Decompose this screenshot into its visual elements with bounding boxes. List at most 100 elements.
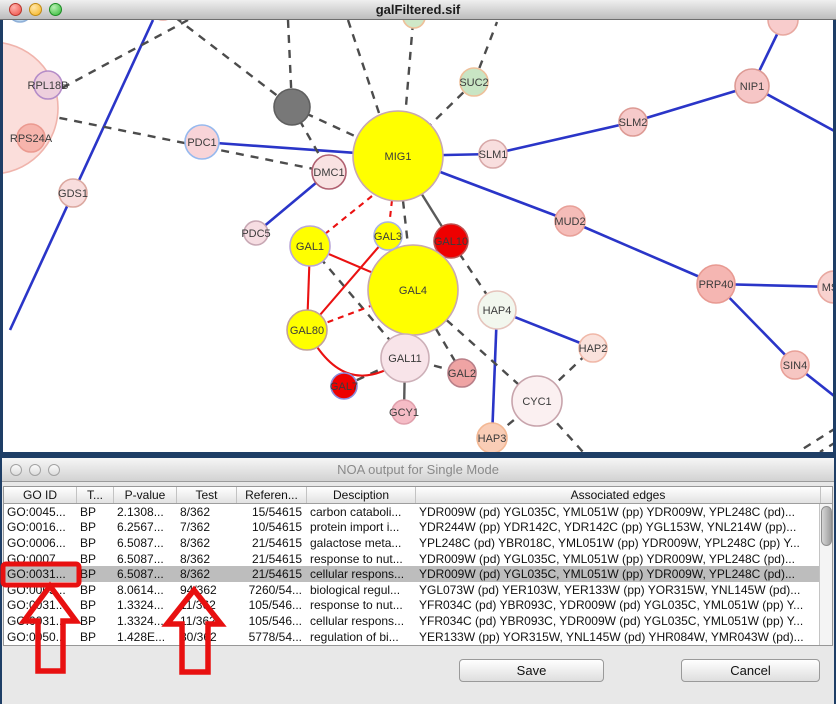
node-label-GAL2: GAL2 <box>448 368 476 380</box>
table-cell: YDR244W (pp) YDR142C, YDR142C (pp) YGL15… <box>416 520 821 534</box>
table-cell: BP <box>77 614 114 628</box>
node-label-MSN: MSN <box>822 282 836 294</box>
network-window-titlebar[interactable]: galFiltered.sif <box>0 0 836 20</box>
node-label-GAL4: GAL4 <box>399 285 427 297</box>
table-cell: cellular respons... <box>307 567 416 581</box>
column-header-t-[interactable]: T... <box>77 487 114 503</box>
table-cell: BP <box>77 505 114 519</box>
column-header-associated-edges[interactable]: Associated edges <box>416 487 821 503</box>
table-cell: 1.3324... <box>114 598 177 612</box>
table-cell: 5778/54... <box>237 630 307 644</box>
table-cell: GO:0050... <box>4 630 77 644</box>
table-cell: 1.3324... <box>114 614 177 628</box>
node-label-SLM2: SLM2 <box>619 117 648 129</box>
minimize-button-inactive[interactable] <box>29 464 41 476</box>
table-row[interactable]: GO:0065...BP8.0614...94/3627260/54...bio… <box>4 582 832 598</box>
table-row[interactable]: GO:0031...BP1.3324...11/362105/546...res… <box>4 598 832 614</box>
node-label-HAP2: HAP2 <box>579 343 608 355</box>
table-row[interactable]: GO:0016...BP6.2567...7/36210/54615protei… <box>4 520 832 536</box>
table-cell: regulation of bi... <box>307 630 416 644</box>
node-label-GDS1: GDS1 <box>58 188 88 200</box>
node-label-SUC2: SUC2 <box>459 77 488 89</box>
table-cell: GO:0006... <box>4 536 77 550</box>
node-label-GAL3: GAL3 <box>374 231 402 243</box>
table-cell: 8/362 <box>177 536 237 550</box>
column-header-desciption[interactable]: Desciption <box>307 487 416 503</box>
table-cell: GO:0007... <box>4 552 77 566</box>
table-cell: 21/54615 <box>237 567 307 581</box>
node-label-GAL80: GAL80 <box>290 325 324 337</box>
node-label-CYC1: CYC1 <box>522 396 551 408</box>
node-label-PRP40: PRP40 <box>699 279 734 291</box>
node-label-GCY1: GCY1 <box>389 407 419 419</box>
scrollbar-thumb[interactable] <box>821 506 832 546</box>
save-button[interactable]: Save <box>459 659 604 682</box>
cancel-button[interactable]: Cancel <box>681 659 820 682</box>
table-cell: YGL073W (pd) YER103W, YER133W (pp) YOR31… <box>416 583 821 597</box>
table-cell: GO:0031... <box>4 598 77 612</box>
node-label-GAL1: GAL1 <box>296 241 324 253</box>
node-label-DMC1: DMC1 <box>313 167 344 179</box>
table-cell: YER133W (pp) YOR315W, YNL145W (pd) YHR08… <box>416 630 821 644</box>
table-cell: protein import i... <box>307 520 416 534</box>
noa-window-titlebar[interactable]: NOA output for Single Mode <box>2 458 834 482</box>
table-cell: 6.2567... <box>114 520 177 534</box>
table-cell: BP <box>77 630 114 644</box>
table-cell: 6.5087... <box>114 552 177 566</box>
zoom-button-inactive[interactable] <box>48 464 60 476</box>
table-cell: response to nut... <box>307 552 416 566</box>
table-cell: 8/362 <box>177 505 237 519</box>
graph-node-unnamed-gray[interactable] <box>274 89 310 125</box>
node-label-GAL7: GAL7 <box>330 381 358 393</box>
node-label-HAP3: HAP3 <box>478 433 507 445</box>
table-cell: 11/362 <box>177 614 237 628</box>
table-cell: BP <box>77 583 114 597</box>
table-cell: BP <box>77 520 114 534</box>
table-cell: 105/546... <box>237 614 307 628</box>
table-cell: 80/362 <box>177 630 237 644</box>
network-canvas[interactable]: RPL18BRPS24AGDS1PDC1MIG1DMC1SUC2SLM1SLM2… <box>0 20 836 455</box>
node-label-SLM1: SLM1 <box>479 149 508 161</box>
node-label-GAL10: GAL10 <box>434 236 468 248</box>
table-cell: 2.1308... <box>114 505 177 519</box>
table-cell: GO:0016... <box>4 520 77 534</box>
column-header-p-value[interactable]: P-value <box>114 487 177 503</box>
table-cell: YFR034C (pd) YBR093C, YDR009W (pd) YGL03… <box>416 614 821 628</box>
column-header-test[interactable]: Test <box>177 487 237 503</box>
results-table: GO IDT...P-valueTestReferen...Desciption… <box>3 486 833 646</box>
close-button-inactive[interactable] <box>10 464 22 476</box>
table-body: GO:0045...BP2.1308...8/36215/54615carbon… <box>4 504 832 644</box>
table-cell: 105/546... <box>237 598 307 612</box>
table-row[interactable]: GO:0050...BP1.428E...80/3625778/54...reg… <box>4 629 832 645</box>
node-label-MUD2: MUD2 <box>554 216 585 228</box>
column-header-referen-[interactable]: Referen... <box>237 487 307 503</box>
table-cell: 21/54615 <box>237 536 307 550</box>
window-title: NOA output for Single Mode <box>2 458 834 481</box>
table-header-row: GO IDT...P-valueTestReferen...Desciption… <box>4 487 832 504</box>
table-row[interactable]: GO:0031...BP1.3324...11/362105/546...cel… <box>4 613 832 629</box>
table-cell: 94/362 <box>177 583 237 597</box>
vertical-scrollbar[interactable] <box>819 504 832 645</box>
table-cell: BP <box>77 598 114 612</box>
network-background[interactable] <box>3 20 833 452</box>
table-row-selected[interactable]: GO:0031...BP6.5087...8/36221/54615cellul… <box>4 566 832 582</box>
table-row[interactable]: GO:0007...BP6.5087...8/36221/54615respon… <box>4 551 832 567</box>
table-row[interactable]: GO:0006...BP6.5087...8/36221/54615galact… <box>4 535 832 551</box>
table-cell: 6.5087... <box>114 536 177 550</box>
node-label-RPL18B: RPL18B <box>28 80 69 92</box>
node-label-MIG1: MIG1 <box>385 151 412 163</box>
header-spacer <box>821 487 833 503</box>
table-cell: 1.428E... <box>114 630 177 644</box>
table-cell: GO:0031... <box>4 567 77 581</box>
table-cell: BP <box>77 536 114 550</box>
table-row[interactable]: GO:0045...BP2.1308...8/36215/54615carbon… <box>4 504 832 520</box>
table-cell: 7/362 <box>177 520 237 534</box>
table-cell: 11/362 <box>177 598 237 612</box>
column-header-go-id[interactable]: GO ID <box>4 487 77 503</box>
node-label-PDC1: PDC1 <box>187 137 216 149</box>
table-cell: 8/362 <box>177 552 237 566</box>
table-cell: 8/362 <box>177 567 237 581</box>
table-cell: 21/54615 <box>237 552 307 566</box>
table-cell: YFR034C (pd) YBR093C, YDR009W (pd) YGL03… <box>416 598 821 612</box>
window-title: galFiltered.sif <box>0 2 836 17</box>
